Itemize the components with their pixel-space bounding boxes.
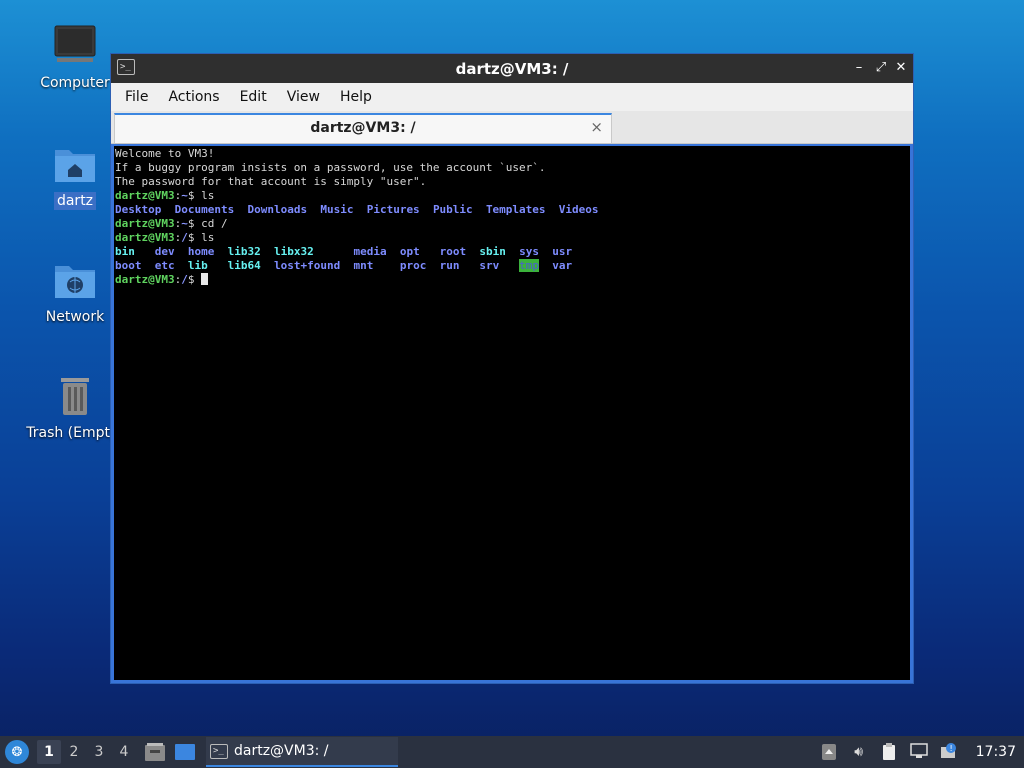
menu-view[interactable]: View	[279, 89, 328, 105]
prompt: dartz@VM3	[115, 189, 175, 202]
start-menu-icon[interactable]: ❂	[5, 740, 29, 764]
tray-arrow-icon[interactable]	[820, 743, 838, 761]
terminal-line: Welcome to VM3!	[115, 147, 215, 160]
ls-entry: boot	[115, 259, 142, 272]
ls-entry: Pictures	[366, 203, 420, 216]
svg-text:!: !	[949, 744, 952, 753]
terminal-line: If a buggy program insists on a password…	[115, 161, 546, 174]
ls-entry: Desktop	[115, 203, 162, 216]
tab-label: dartz@VM3: /	[310, 120, 416, 136]
ls-entry: etc	[154, 259, 175, 272]
desktop-icon-label: dartz	[53, 192, 97, 210]
ls-entry: sys	[519, 245, 539, 258]
maximize-icon[interactable]: ⤢	[873, 60, 889, 76]
ls-entry: lost+found	[274, 259, 341, 272]
task-label: dartz@VM3: /	[234, 743, 329, 759]
ls-entry: media	[353, 245, 387, 258]
command: ls	[201, 231, 215, 244]
tab-terminal[interactable]: dartz@VM3: / ×	[114, 113, 612, 143]
ls-entry: opt	[399, 245, 420, 258]
desktop-icon-label: Network	[45, 309, 105, 325]
network-folder-icon	[53, 258, 97, 302]
ls-entry: lib	[187, 259, 208, 272]
menu-edit[interactable]: Edit	[232, 89, 275, 105]
show-desktop-icon[interactable]	[174, 742, 196, 762]
command: cd /	[201, 217, 228, 230]
prompt: dartz@VM3	[115, 217, 175, 230]
ls-entry: run	[439, 259, 460, 272]
clipboard-icon[interactable]	[880, 743, 898, 761]
ls-entry: lib64	[227, 259, 261, 272]
workspace-1[interactable]: 1	[37, 740, 61, 764]
taskbar-task-terminal[interactable]: >_ dartz@VM3: /	[206, 737, 398, 767]
trash-icon	[53, 374, 97, 418]
tab-close-icon[interactable]: ×	[590, 118, 603, 136]
window-title: dartz@VM3: /	[455, 60, 569, 78]
ls-entry: sbin	[479, 245, 506, 258]
ls-entry: Music	[320, 203, 354, 216]
notification-icon[interactable]: !	[940, 743, 958, 761]
ls-entry: dev	[154, 245, 175, 258]
terminal-window: >_ dartz@VM3: / – ⤢ ✕ File Actions Edit …	[110, 53, 914, 684]
taskbar: ❂ 1 2 3 4 >_ dartz@VM3: / 🔊︎ ! 17:37	[0, 736, 1024, 768]
ls-entry: Videos	[558, 203, 599, 216]
ls-entry: home	[187, 245, 215, 258]
ls-entry: Public	[432, 203, 473, 216]
file-manager-icon[interactable]	[144, 742, 166, 762]
minimize-icon[interactable]: –	[851, 60, 867, 76]
tab-bar: dartz@VM3: / ×	[111, 111, 913, 144]
menu-file[interactable]: File	[117, 89, 156, 105]
terminal-line: The password for that account is simply …	[115, 175, 427, 188]
ls-entry-tmp: tmp	[519, 259, 539, 272]
ls-entry: proc	[399, 259, 427, 272]
clock[interactable]: 17:37	[976, 744, 1016, 760]
ls-entry: lib32	[227, 245, 261, 258]
menu-help[interactable]: Help	[332, 89, 380, 105]
menu-bar: File Actions Edit View Help	[111, 83, 913, 111]
prompt: dartz@VM3	[115, 273, 175, 286]
home-folder-icon	[53, 142, 97, 186]
ls-entry: Downloads	[247, 203, 308, 216]
desktop-icon-label: Computer	[40, 75, 110, 91]
ls-entry: root	[439, 245, 467, 258]
terminal-output[interactable]: Welcome to VM3! If a buggy program insis…	[114, 146, 910, 680]
ls-entry: Documents	[174, 203, 235, 216]
window-titlebar[interactable]: >_ dartz@VM3: / – ⤢ ✕	[111, 54, 913, 83]
ls-entry: libx32	[274, 245, 314, 258]
ls-entry: mnt	[353, 259, 374, 272]
prompt: dartz@VM3	[115, 231, 175, 244]
workspace-3[interactable]: 3	[87, 744, 111, 760]
menu-actions[interactable]: Actions	[160, 89, 227, 105]
ls-entry: bin	[115, 245, 135, 258]
ls-entry: srv	[479, 259, 500, 272]
ls-entry: usr	[552, 245, 573, 258]
workspace-4[interactable]: 4	[112, 744, 136, 760]
system-tray: 🔊︎ ! 17:37	[820, 736, 1024, 768]
ls-entry: Templates	[485, 203, 546, 216]
close-icon[interactable]: ✕	[893, 60, 909, 76]
network-icon[interactable]	[909, 743, 928, 761]
terminal-app-icon: >_	[210, 743, 228, 759]
computer-icon	[53, 24, 97, 68]
command: ls	[201, 189, 215, 202]
volume-icon[interactable]: 🔊︎	[850, 743, 868, 761]
ls-entry: var	[552, 259, 573, 272]
terminal-cursor	[201, 273, 209, 285]
workspace-2[interactable]: 2	[62, 744, 86, 760]
